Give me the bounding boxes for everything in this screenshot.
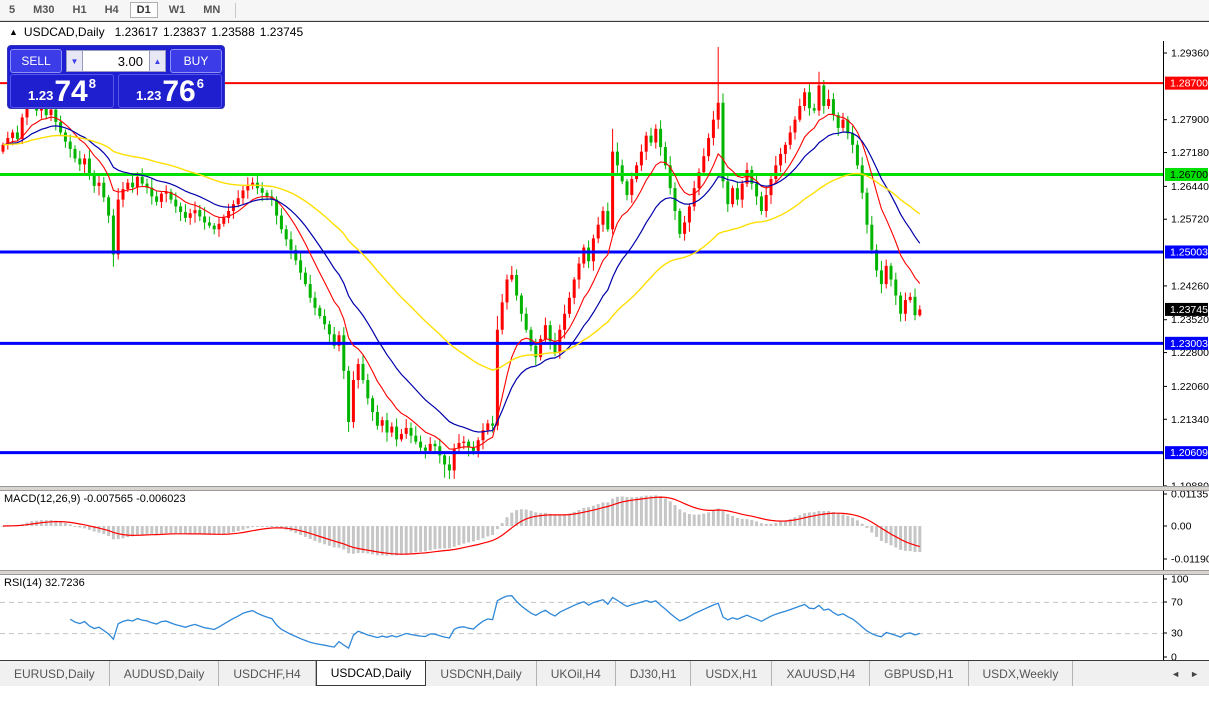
- svg-text:1.21340: 1.21340: [1171, 414, 1209, 426]
- chart-tab-gbpusd-h1[interactable]: GBPUSD,H1: [870, 661, 968, 686]
- volume-increase-button[interactable]: ▲: [149, 50, 166, 72]
- svg-text:1.22060: 1.22060: [1171, 381, 1209, 393]
- sell-price-main: 74: [54, 78, 87, 106]
- svg-text:-0.011904: -0.011904: [1171, 554, 1209, 566]
- sell-button[interactable]: SELL: [10, 49, 62, 73]
- timeframe-button-d1[interactable]: D1: [130, 2, 158, 18]
- chart-tab-ukoil-h4[interactable]: UKOil,H4: [537, 661, 616, 686]
- svg-text:30: 30: [1171, 628, 1183, 640]
- buy-price-prefix: 1.23: [136, 88, 161, 103]
- svg-text:1.25720: 1.25720: [1171, 214, 1209, 226]
- tab-scroll-left-icon[interactable]: ◄: [1171, 669, 1180, 679]
- svg-text:1.27900: 1.27900: [1171, 114, 1209, 126]
- mt4-window: 5M30 H1H4D1W1MN ▲ USDCAD,Daily 1.236171.2…: [0, 0, 1209, 707]
- chart-tab-usdchf-h4[interactable]: USDCHF,H4: [219, 661, 315, 686]
- chart-tab-dj30-h1[interactable]: DJ30,H1: [616, 661, 692, 686]
- chart-tab-xauusd-h4[interactable]: XAUUSD,H4: [772, 661, 870, 686]
- chart-window: ▲ USDCAD,Daily 1.236171.238371.235881.23…: [0, 21, 1209, 681]
- svg-text:1.29360: 1.29360: [1171, 48, 1209, 60]
- volume-input[interactable]: [83, 50, 149, 72]
- volume-decrease-button[interactable]: ▼: [66, 50, 83, 72]
- buy-button[interactable]: BUY: [170, 49, 222, 73]
- chart-tab-usdx-weekly[interactable]: USDX,Weekly: [969, 661, 1074, 686]
- sell-price-pip: 8: [89, 76, 96, 91]
- timeframe-toolbar: 5M30 H1H4D1W1MN: [0, 0, 1209, 21]
- timeframe-button-h1[interactable]: H1: [66, 2, 94, 18]
- chart-tab-usdcnh-daily[interactable]: USDCNH,Daily: [426, 661, 536, 686]
- chart-title-row: ▲ USDCAD,Daily 1.236171.238371.235881.23…: [0, 23, 308, 41]
- svg-text:1.27180: 1.27180: [1171, 147, 1209, 159]
- svg-text:1.23745: 1.23745: [1170, 304, 1208, 316]
- tab-scroll-right-icon[interactable]: ►: [1190, 669, 1199, 679]
- svg-text:1.20609: 1.20609: [1170, 447, 1208, 459]
- timeframe-button-w1[interactable]: W1: [162, 2, 193, 18]
- buy-price-pip: 6: [197, 76, 204, 91]
- one-click-panel-toggle-icon[interactable]: ▲: [9, 27, 18, 37]
- svg-text:1.25003: 1.25003: [1170, 246, 1208, 258]
- svg-text:100: 100: [1171, 574, 1189, 586]
- svg-text:1.23520: 1.23520: [1171, 314, 1209, 326]
- macd-pane-splitter[interactable]: [0, 486, 1209, 491]
- timeframe-button-mn[interactable]: MN: [196, 2, 227, 18]
- svg-text:1.23003: 1.23003: [1170, 338, 1208, 350]
- rsi-pane-splitter[interactable]: [0, 570, 1209, 575]
- rsi-indicator-label: RSI(14) 32.7236: [4, 577, 85, 589]
- chart-ohlc-values: 1.236171.238371.235881.23745: [115, 25, 309, 39]
- buy-price-display[interactable]: 1.23 76 6: [118, 74, 222, 108]
- timeframe-button-m30[interactable]: M30: [26, 2, 61, 18]
- timeframe-button-h4[interactable]: H4: [98, 2, 126, 18]
- chart-tab-usdcad-daily[interactable]: USDCAD,Daily: [316, 661, 427, 686]
- chart-tab-eurusd-daily[interactable]: EURUSD,Daily: [0, 661, 110, 686]
- svg-text:1.26440: 1.26440: [1171, 181, 1209, 193]
- buy-price-main: 76: [162, 78, 195, 106]
- chart-tab-usdx-h1[interactable]: USDX,H1: [691, 661, 772, 686]
- svg-text:1.28700: 1.28700: [1170, 78, 1208, 90]
- chart-symbol-title: USDCAD,Daily: [24, 25, 105, 39]
- one-click-trading-panel: SELL ▼ ▲ BUY 1.23 74 8 1.23 76 6: [7, 45, 225, 109]
- sell-price-prefix: 1.23: [28, 88, 53, 103]
- svg-text:70: 70: [1171, 597, 1183, 609]
- svg-text:1.24260: 1.24260: [1171, 280, 1209, 292]
- svg-text:0.00: 0.00: [1171, 521, 1192, 533]
- macd-indicator-label: MACD(12,26,9) -0.007565 -0.006023: [4, 493, 186, 505]
- rsi-canvas[interactable]: [0, 575, 1163, 661]
- chart-tab-audusd-daily[interactable]: AUDUSD,Daily: [110, 661, 220, 686]
- toolbar-divider: [235, 3, 236, 18]
- chart-tab-bar: EURUSD,DailyAUDUSD,DailyUSDCHF,H4USDCAD,…: [0, 660, 1209, 686]
- timeframe-button-5[interactable]: 5: [2, 2, 22, 18]
- sell-price-display[interactable]: 1.23 74 8: [10, 74, 114, 108]
- svg-text:1.26700: 1.26700: [1170, 169, 1208, 181]
- price-axis[interactable]: 1.29360 1.27900 1.27180 1.26440 1.25720 1.242…: [1163, 41, 1209, 662]
